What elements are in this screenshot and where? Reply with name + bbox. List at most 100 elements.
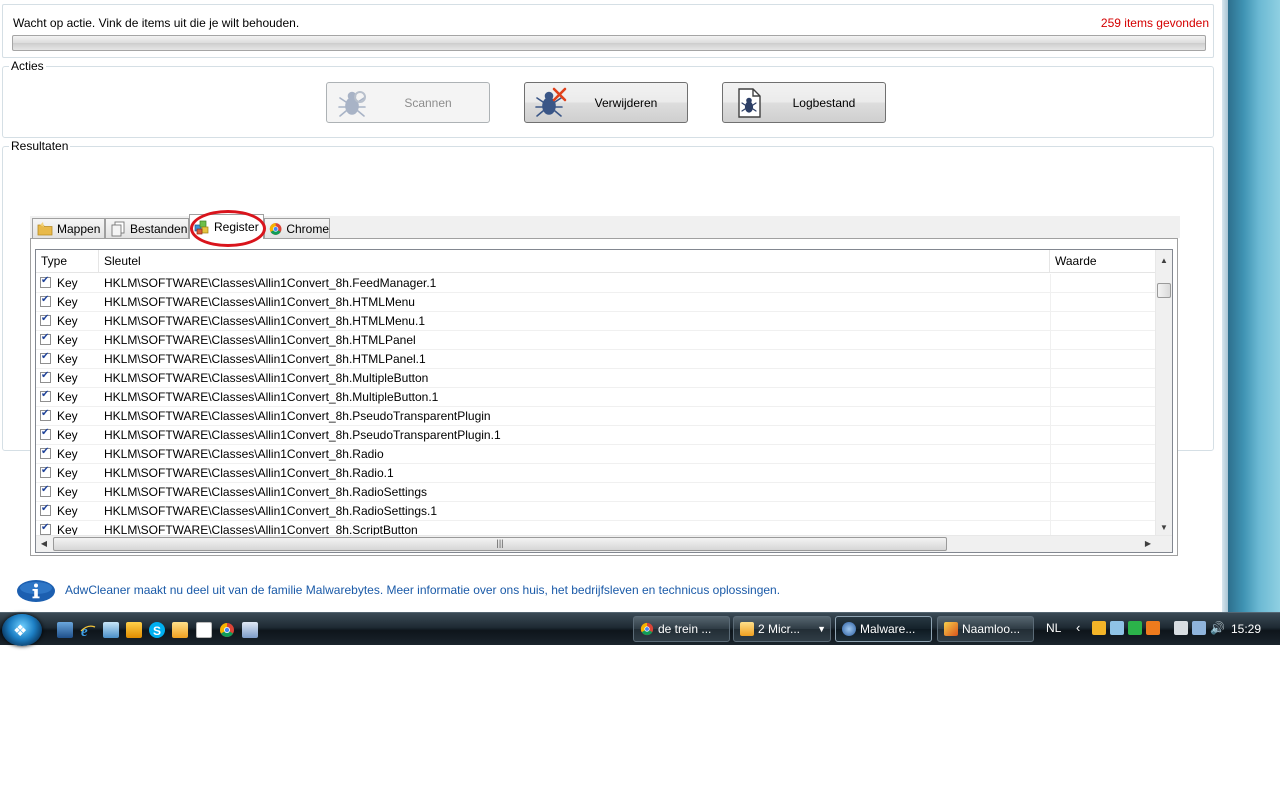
table-row[interactable]: Key HKLM\SOFTWARE\Classes\Allin1Convert_8… <box>36 312 1156 331</box>
table-row[interactable]: Key HKLM\SOFTWARE\Classes\Allin1Convert_8… <box>36 426 1156 445</box>
table-row[interactable]: Key HKLM\SOFTWARE\Classes\Allin1Convert_8… <box>36 483 1156 502</box>
tab-mappen[interactable]: Mappen <box>32 218 105 238</box>
switch-windows-icon[interactable] <box>103 622 119 638</box>
network-tray-icon[interactable] <box>1110 621 1124 635</box>
chrome-icon[interactable] <box>219 622 235 638</box>
taskbar-button-label: Naamloo... <box>962 622 1021 636</box>
table-row[interactable]: Key HKLM\SOFTWARE\Classes\Allin1Convert_8… <box>36 274 1156 293</box>
row-value <box>1050 407 1157 426</box>
folder-icon <box>37 221 53 235</box>
row-checkbox[interactable] <box>40 313 51 326</box>
adwcleaner-window: Wacht op actie. Vink de items uit die je… <box>0 0 1222 612</box>
table-row[interactable]: Key HKLM\SOFTWARE\Classes\Allin1Convert_8… <box>36 502 1156 521</box>
taskbar-button-outlook[interactable]: 2 Micr... ▼ <box>733 616 831 642</box>
scan-button[interactable]: Scannen <box>326 82 490 123</box>
row-key: HKLM\SOFTWARE\Classes\Allin1Convert_8h.R… <box>104 447 384 461</box>
taskbar-button-chrome[interactable]: de trein ... <box>633 616 730 642</box>
table-row[interactable]: Key HKLM\SOFTWARE\Classes\Allin1Convert_8… <box>36 369 1156 388</box>
column-header-waarde[interactable]: Waarde <box>1050 250 1156 272</box>
row-key: HKLM\SOFTWARE\Classes\Allin1Convert_8h.H… <box>104 352 426 366</box>
power-tray-icon[interactable] <box>1174 621 1188 635</box>
svg-text:e: e <box>81 624 88 638</box>
row-checkbox[interactable] <box>40 351 51 364</box>
info-message: AdwCleaner maakt nu deel uit van de fami… <box>65 583 781 597</box>
row-checkbox[interactable] <box>40 446 51 459</box>
row-value <box>1050 388 1157 407</box>
skype-icon[interactable]: S <box>149 622 165 638</box>
taskbar-button-paint[interactable]: Naamloo... <box>937 616 1034 642</box>
column-header-type[interactable]: Type <box>36 250 99 272</box>
results-group-title: Resultaten <box>9 139 71 153</box>
calculator-icon[interactable] <box>242 622 258 638</box>
row-value <box>1050 502 1157 521</box>
clock[interactable]: 15:29 <box>1231 622 1261 636</box>
vertical-scroll-thumb[interactable] <box>1157 283 1171 298</box>
table-row[interactable]: Key HKLM\SOFTWARE\Classes\Allin1Convert_8… <box>36 445 1156 464</box>
horizontal-scroll-thumb[interactable]: ||| <box>53 537 947 551</box>
tab-register-label: Register <box>214 220 259 234</box>
row-type: Key <box>57 390 78 404</box>
row-checkbox[interactable] <box>40 370 51 383</box>
volume-icon[interactable]: 🔊 <box>1210 621 1225 635</box>
row-type: Key <box>57 409 78 423</box>
scroll-down-icon[interactable]: ▼ <box>1156 519 1172 536</box>
row-checkbox[interactable] <box>40 408 51 421</box>
chrome-icon <box>269 222 282 235</box>
row-checkbox[interactable] <box>40 427 51 440</box>
logfile-button[interactable]: Logbestand <box>722 82 886 123</box>
row-checkbox[interactable] <box>40 389 51 402</box>
row-key: HKLM\SOFTWARE\Classes\Allin1Convert_8h.P… <box>104 409 491 423</box>
vertical-scrollbar[interactable]: ▲ ▼ <box>1155 250 1172 536</box>
row-key: HKLM\SOFTWARE\Classes\Allin1Convert_8h.P… <box>104 428 501 442</box>
delete-button[interactable]: Verwijderen <box>524 82 688 123</box>
language-indicator[interactable]: NL <box>1046 621 1061 635</box>
start-button[interactable]: ❖ <box>2 614 42 646</box>
horizontal-scrollbar[interactable]: ◀ ||| ▶ <box>36 535 1172 552</box>
row-key: HKLM\SOFTWARE\Classes\Allin1Convert_8h.H… <box>104 295 415 309</box>
row-checkbox[interactable] <box>40 294 51 307</box>
actions-group-title: Acties <box>9 59 46 73</box>
row-value <box>1050 369 1157 388</box>
taskbar-button-malwarebytes[interactable]: Malware... <box>835 616 932 642</box>
row-value <box>1050 331 1157 350</box>
table-row[interactable]: Key HKLM\SOFTWARE\Classes\Allin1Convert_8… <box>36 388 1156 407</box>
scroll-up-icon[interactable]: ▲ <box>1156 252 1172 269</box>
tray-expand-icon[interactable]: ‹ <box>1076 620 1080 635</box>
logfile-button-label: Logbestand <box>792 95 856 110</box>
svg-text:S: S <box>153 624 161 638</box>
tab-bestanden[interactable]: Bestanden <box>105 218 189 238</box>
document-icon[interactable] <box>196 622 212 638</box>
scroll-right-icon[interactable]: ▶ <box>1140 536 1156 552</box>
delete-button-label: Verwijderen <box>594 95 658 110</box>
row-checkbox[interactable] <box>40 503 51 516</box>
outlook-icon[interactable] <box>172 622 188 638</box>
row-checkbox[interactable] <box>40 465 51 478</box>
table-row[interactable]: Key HKLM\SOFTWARE\Classes\Allin1Convert_8… <box>36 331 1156 350</box>
row-value <box>1050 464 1157 483</box>
desktop-background <box>1228 0 1280 612</box>
chevron-down-icon: ▼ <box>817 624 826 634</box>
row-checkbox[interactable] <box>40 484 51 497</box>
paint-icon <box>944 622 958 636</box>
app-tray-icon[interactable] <box>1128 621 1142 635</box>
table-row[interactable]: Key HKLM\SOFTWARE\Classes\Allin1Convert_8… <box>36 350 1156 369</box>
row-checkbox[interactable] <box>40 522 51 535</box>
row-value <box>1050 293 1157 312</box>
table-row[interactable]: Key HKLM\SOFTWARE\Classes\Allin1Convert_8… <box>36 293 1156 312</box>
display-tray-icon[interactable] <box>1192 621 1206 635</box>
internet-explorer-icon[interactable]: e <box>80 622 96 640</box>
tab-register[interactable]: Register <box>189 214 264 239</box>
row-key: HKLM\SOFTWARE\Classes\Allin1Convert_8h.R… <box>104 466 394 480</box>
security-tray-icon[interactable] <box>1146 621 1160 635</box>
show-desktop-icon[interactable] <box>57 622 73 638</box>
row-checkbox[interactable] <box>40 332 51 345</box>
mail-tray-icon[interactable] <box>1092 621 1106 635</box>
scroll-left-icon[interactable]: ◀ <box>36 536 52 552</box>
row-checkbox[interactable] <box>40 275 51 288</box>
status-panel: Wacht op actie. Vink de items uit die je… <box>2 4 1214 58</box>
tab-chrome[interactable]: Chrome <box>264 218 330 238</box>
table-row[interactable]: Key HKLM\SOFTWARE\Classes\Allin1Convert_8… <box>36 464 1156 483</box>
column-header-sleutel[interactable]: Sleutel <box>99 250 1050 272</box>
media-player-icon[interactable] <box>126 622 142 638</box>
table-row[interactable]: Key HKLM\SOFTWARE\Classes\Allin1Convert_8… <box>36 407 1156 426</box>
